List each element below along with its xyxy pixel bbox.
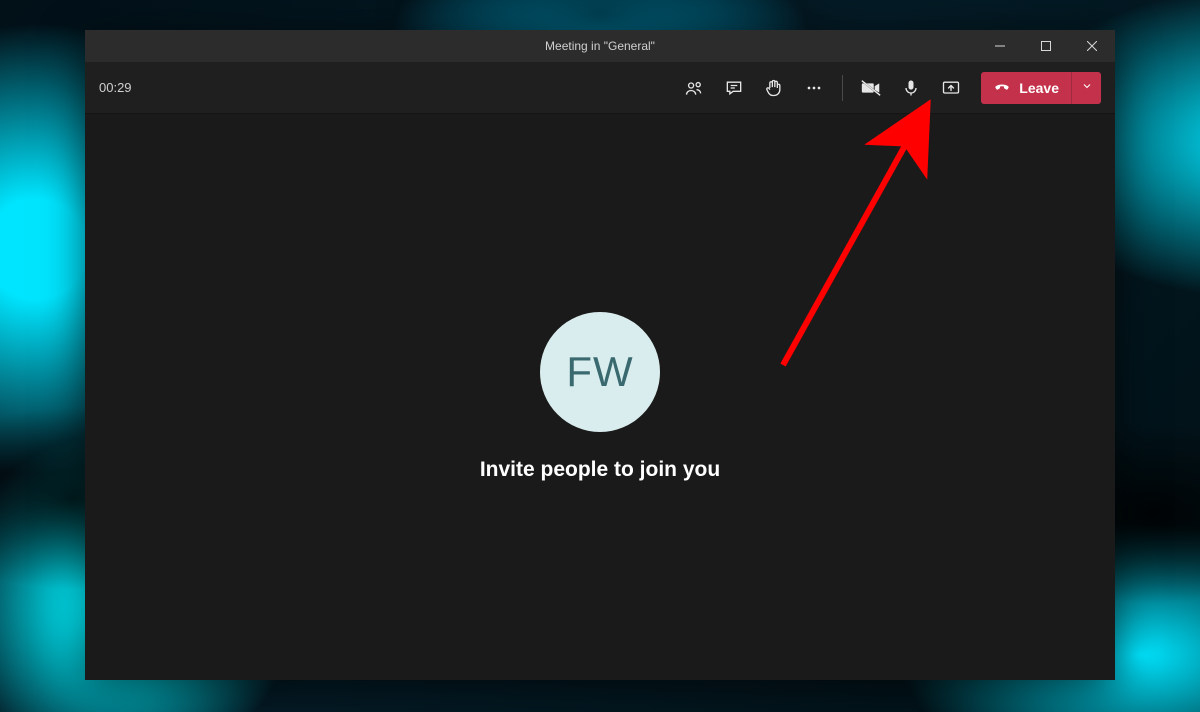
chevron-down-icon bbox=[1081, 80, 1093, 95]
mic-toggle-button[interactable] bbox=[891, 68, 931, 108]
camera-off-icon bbox=[860, 77, 882, 99]
people-icon bbox=[684, 78, 704, 98]
leave-button-group: Leave bbox=[981, 72, 1101, 104]
camera-toggle-button[interactable] bbox=[851, 68, 891, 108]
meeting-window: Meeting in "General" 00:29 bbox=[85, 30, 1115, 680]
chat-button[interactable] bbox=[714, 68, 754, 108]
titlebar: Meeting in "General" bbox=[85, 30, 1115, 62]
close-button[interactable] bbox=[1069, 30, 1115, 62]
toolbar-separator bbox=[842, 75, 843, 101]
raise-hand-button[interactable] bbox=[754, 68, 794, 108]
call-timer: 00:29 bbox=[99, 80, 132, 95]
leave-options-button[interactable] bbox=[1071, 72, 1101, 104]
maximize-button[interactable] bbox=[1023, 30, 1069, 62]
meeting-toolbar: 00:29 bbox=[85, 62, 1115, 114]
minimize-button[interactable] bbox=[977, 30, 1023, 62]
invite-prompt: Invite people to join you bbox=[480, 458, 720, 482]
participants-button[interactable] bbox=[674, 68, 714, 108]
share-screen-button[interactable] bbox=[931, 68, 971, 108]
leave-label: Leave bbox=[1019, 80, 1059, 96]
more-icon bbox=[804, 78, 824, 98]
participant-avatar: FW bbox=[540, 312, 660, 432]
window-title: Meeting in "General" bbox=[85, 39, 1115, 53]
raise-hand-icon bbox=[764, 78, 784, 98]
meeting-stage: FW Invite people to join you bbox=[85, 114, 1115, 680]
avatar-initials: FW bbox=[566, 348, 633, 396]
mic-icon bbox=[901, 78, 921, 98]
hang-up-icon bbox=[993, 77, 1011, 98]
leave-button[interactable]: Leave bbox=[981, 72, 1071, 104]
chat-icon bbox=[724, 78, 744, 98]
share-screen-icon bbox=[941, 78, 961, 98]
more-actions-button[interactable] bbox=[794, 68, 834, 108]
window-controls bbox=[977, 30, 1115, 62]
